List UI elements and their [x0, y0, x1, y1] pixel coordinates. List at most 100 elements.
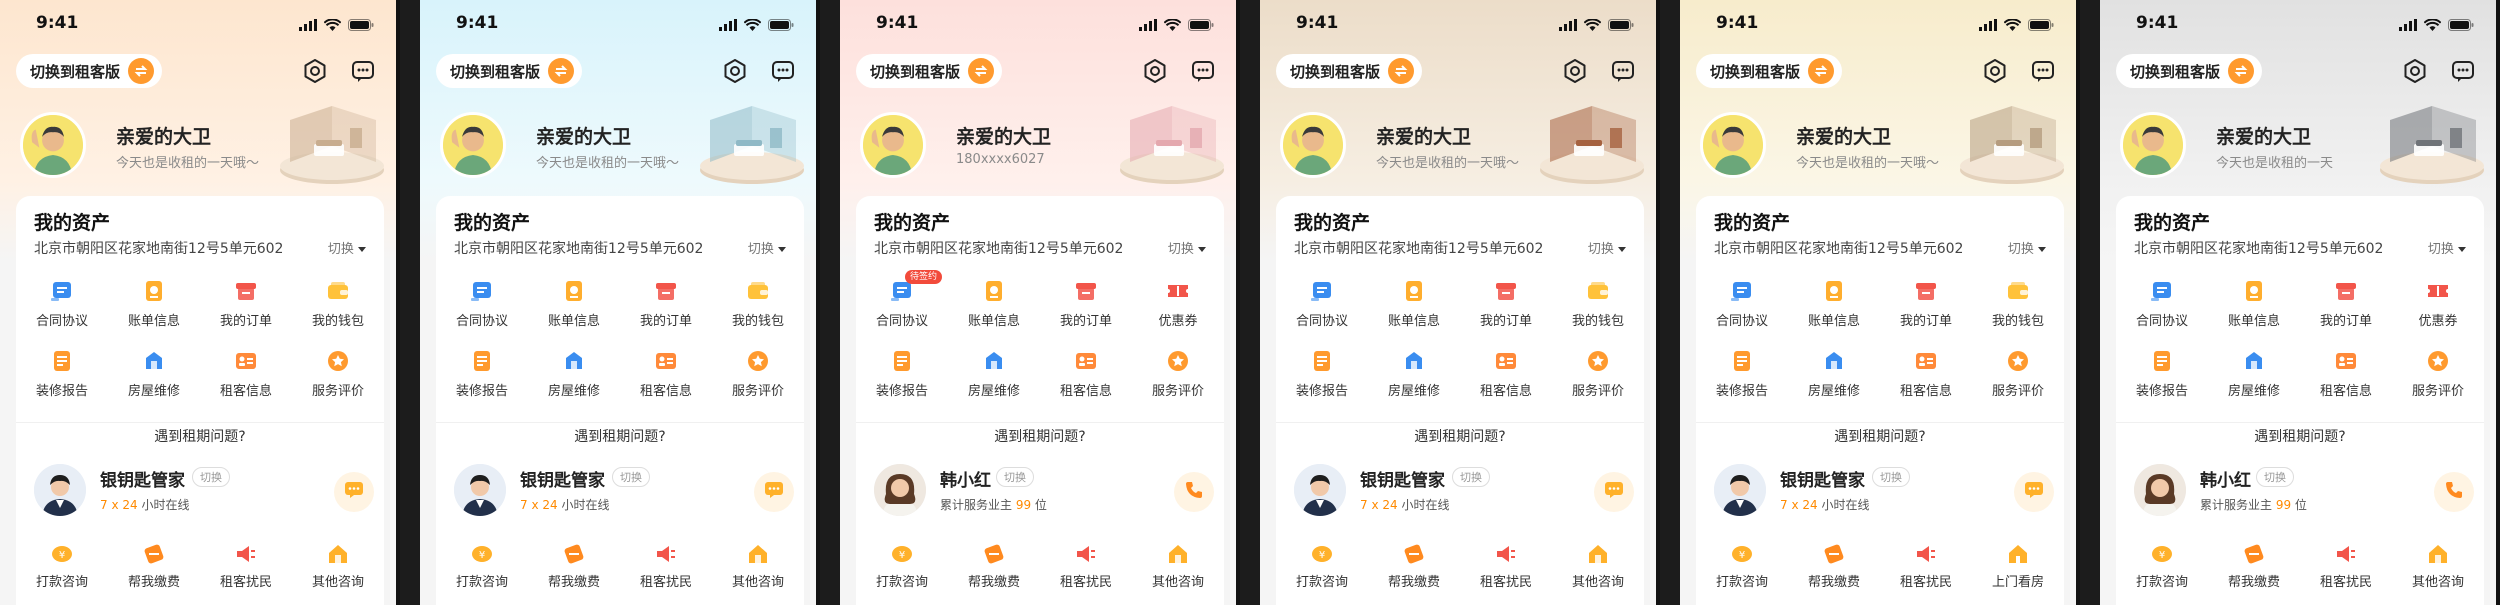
grid-item-tenant-info[interactable]: 租客信息: [200, 348, 292, 410]
grid-item-tenant-info[interactable]: 租客信息: [1040, 348, 1132, 410]
switch-agent-tag[interactable]: 切换: [192, 467, 230, 487]
chat-agent-button[interactable]: [334, 472, 374, 512]
grid-item-report[interactable]: 装修报告: [16, 348, 108, 410]
grid-item-order[interactable]: 我的订单: [1460, 278, 1552, 340]
chat-agent-button[interactable]: [754, 472, 794, 512]
switch-agent-tag[interactable]: 切换: [1452, 467, 1490, 487]
switch-role-button[interactable]: 切换到租客版: [1696, 54, 1843, 88]
consult-pay-fees[interactable]: 帮我缴费: [108, 542, 200, 590]
agent-row[interactable]: 银钥匙管家 切换 7 x 24 小时在线: [454, 464, 794, 520]
consult-pay-fees[interactable]: 帮我缴费: [1788, 542, 1880, 590]
grid-item-repair[interactable]: 房屋维修: [1368, 348, 1460, 410]
grid-item-repair[interactable]: 房屋维修: [948, 348, 1040, 410]
consult-payment-consult[interactable]: ¥ 打款咨询: [2116, 542, 2208, 590]
grid-item-tenant-info[interactable]: 租客信息: [2300, 348, 2392, 410]
switch-property-button[interactable]: 切换: [748, 238, 786, 257]
grid-item-report[interactable]: 装修报告: [436, 348, 528, 410]
grid-item-report[interactable]: 装修报告: [856, 348, 948, 410]
message-icon[interactable]: [1190, 58, 1216, 84]
consult-payment-consult[interactable]: ¥ 打款咨询: [1696, 542, 1788, 590]
avatar[interactable]: [2120, 112, 2186, 178]
grid-item-rating[interactable]: 服务评价: [2392, 348, 2484, 410]
grid-item-report[interactable]: 装修报告: [2116, 348, 2208, 410]
grid-item-wallet[interactable]: 我的钱包: [1552, 278, 1644, 340]
consult-other-consult[interactable]: 其他咨询: [712, 542, 804, 590]
settings-icon[interactable]: [1982, 58, 2008, 84]
grid-item-order[interactable]: 我的订单: [200, 278, 292, 340]
switch-role-button[interactable]: 切换到租客版: [856, 54, 1003, 88]
grid-item-repair[interactable]: 房屋维修: [2208, 348, 2300, 410]
consult-other-consult[interactable]: 其他咨询: [292, 542, 384, 590]
message-icon[interactable]: [1610, 58, 1636, 84]
grid-item-report[interactable]: 装修报告: [1696, 348, 1788, 410]
grid-item-contract[interactable]: 合同协议: [1276, 278, 1368, 340]
consult-payment-consult[interactable]: ¥ 打款咨询: [436, 542, 528, 590]
grid-item-coupon[interactable]: 优惠券: [2392, 278, 2484, 340]
grid-item-bill[interactable]: 账单信息: [1788, 278, 1880, 340]
consult-pay-fees[interactable]: 帮我缴费: [948, 542, 1040, 590]
switch-property-button[interactable]: 切换: [2428, 238, 2466, 257]
consult-noise-complaint[interactable]: 租客扰民: [2300, 542, 2392, 590]
grid-item-contract[interactable]: 合同协议: [1696, 278, 1788, 340]
call-agent-button[interactable]: [1174, 472, 1214, 512]
agent-row[interactable]: 韩小红 切换 累计服务业主 99 位: [874, 464, 1214, 520]
agent-row[interactable]: 韩小红 切换 累计服务业主 99 位: [2134, 464, 2474, 520]
message-icon[interactable]: [350, 58, 376, 84]
grid-item-tenant-info[interactable]: 租客信息: [1460, 348, 1552, 410]
grid-item-rating[interactable]: 服务评价: [712, 348, 804, 410]
grid-item-wallet[interactable]: 我的钱包: [1972, 278, 2064, 340]
consult-noise-complaint[interactable]: 租客扰民: [1460, 542, 1552, 590]
agent-row[interactable]: 银钥匙管家 切换 7 x 24 小时在线: [1294, 464, 1634, 520]
consult-noise-complaint[interactable]: 租客扰民: [620, 542, 712, 590]
switch-property-button[interactable]: 切换: [328, 238, 366, 257]
settings-icon[interactable]: [302, 58, 328, 84]
grid-item-rating[interactable]: 服务评价: [1132, 348, 1224, 410]
consult-noise-complaint[interactable]: 租客扰民: [1880, 542, 1972, 590]
avatar[interactable]: [1700, 112, 1766, 178]
agent-row[interactable]: 银钥匙管家 切换 7 x 24 小时在线: [1714, 464, 2054, 520]
consult-payment-consult[interactable]: ¥ 打款咨询: [1276, 542, 1368, 590]
switch-property-button[interactable]: 切换: [1588, 238, 1626, 257]
grid-item-order[interactable]: 我的订单: [620, 278, 712, 340]
consult-payment-consult[interactable]: ¥ 打款咨询: [856, 542, 948, 590]
switch-role-button[interactable]: 切换到租客版: [16, 54, 163, 88]
grid-item-order[interactable]: 我的订单: [1880, 278, 1972, 340]
consult-payment-consult[interactable]: ¥ 打款咨询: [16, 542, 108, 590]
agent-row[interactable]: 银钥匙管家 切换 7 x 24 小时在线: [34, 464, 374, 520]
grid-item-rating[interactable]: 服务评价: [1552, 348, 1644, 410]
grid-item-contract[interactable]: 合同协议: [2116, 278, 2208, 340]
switch-property-button[interactable]: 切换: [1168, 238, 1206, 257]
consult-other-consult[interactable]: 其他咨询: [1132, 542, 1224, 590]
grid-item-tenant-info[interactable]: 租客信息: [1880, 348, 1972, 410]
grid-item-bill[interactable]: 账单信息: [2208, 278, 2300, 340]
chat-agent-button[interactable]: [1594, 472, 1634, 512]
grid-item-rating[interactable]: 服务评价: [292, 348, 384, 410]
grid-item-contract[interactable]: 待签约 合同协议: [856, 270, 948, 340]
consult-home-visit[interactable]: 上门看房: [1972, 542, 2064, 590]
switch-agent-tag[interactable]: 切换: [1872, 467, 1910, 487]
consult-noise-complaint[interactable]: 租客扰民: [200, 542, 292, 590]
grid-item-order[interactable]: 我的订单: [1040, 278, 1132, 340]
switch-agent-tag[interactable]: 切换: [2256, 467, 2294, 487]
grid-item-repair[interactable]: 房屋维修: [528, 348, 620, 410]
grid-item-wallet[interactable]: 我的钱包: [292, 278, 384, 340]
switch-agent-tag[interactable]: 切换: [996, 467, 1034, 487]
avatar[interactable]: [1280, 112, 1346, 178]
grid-item-bill[interactable]: 账单信息: [1368, 278, 1460, 340]
call-agent-button[interactable]: [2434, 472, 2474, 512]
settings-icon[interactable]: [1562, 58, 1588, 84]
settings-icon[interactable]: [2402, 58, 2428, 84]
consult-pay-fees[interactable]: 帮我缴费: [528, 542, 620, 590]
switch-agent-tag[interactable]: 切换: [612, 467, 650, 487]
switch-role-button[interactable]: 切换到租客版: [2116, 54, 2263, 88]
message-icon[interactable]: [770, 58, 796, 84]
message-icon[interactable]: [2450, 58, 2476, 84]
grid-item-order[interactable]: 我的订单: [2300, 278, 2392, 340]
grid-item-tenant-info[interactable]: 租客信息: [620, 348, 712, 410]
consult-noise-complaint[interactable]: 租客扰民: [1040, 542, 1132, 590]
avatar[interactable]: [20, 112, 86, 178]
avatar[interactable]: [440, 112, 506, 178]
chat-agent-button[interactable]: [2014, 472, 2054, 512]
consult-other-consult[interactable]: 其他咨询: [2392, 542, 2484, 590]
switch-role-button[interactable]: 切换到租客版: [1276, 54, 1423, 88]
